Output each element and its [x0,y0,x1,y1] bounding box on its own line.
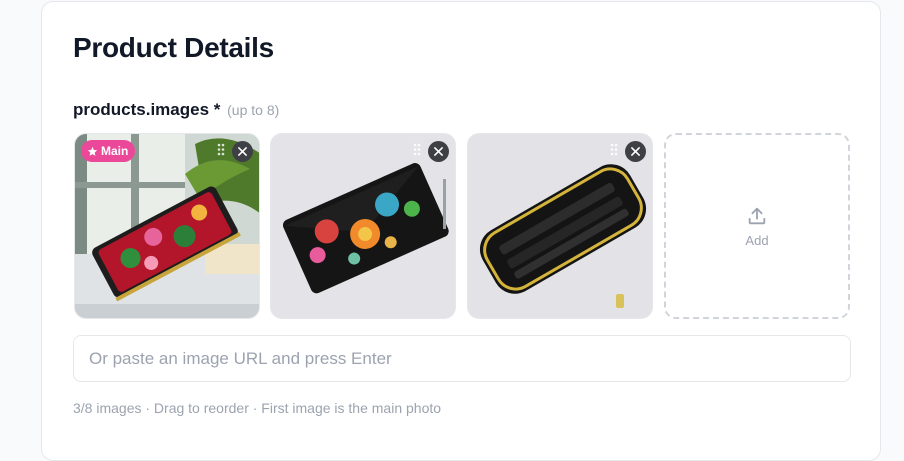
star-icon [87,146,98,156]
close-icon [434,147,443,156]
image-thumbnail-1[interactable]: Main [74,133,260,319]
images-field-label: products.images * (up to 8) [73,100,279,120]
product-details-card: Product Details products.images * (up to… [41,1,881,461]
drag-handle-icon[interactable] [217,143,225,156]
remove-image-button[interactable] [428,141,449,162]
field-hint: (up to 8) [227,102,280,118]
drag-handle-icon[interactable] [413,143,421,156]
close-icon [238,147,247,156]
helper-text: 3/8 images · Drag to reorder · First ima… [73,400,442,416]
add-image-button[interactable]: Add [664,133,850,319]
image-thumbnail-3[interactable] [467,133,653,319]
main-badge: Main [81,140,136,162]
image-url-input[interactable] [73,335,851,382]
upload-icon [748,207,766,224]
add-label: Add [745,232,769,248]
product-photo [468,134,652,318]
required-mark: * [213,100,221,119]
remove-image-button[interactable] [232,141,253,162]
remove-image-button[interactable] [625,141,646,162]
field-label-text: products.images [73,100,210,119]
close-icon [631,147,640,156]
image-thumbnail-2[interactable] [270,133,456,319]
section-title: Product Details [73,32,274,63]
product-photo [271,134,455,318]
main-badge-label: Main [101,144,129,158]
drag-handle-icon[interactable] [610,143,618,156]
